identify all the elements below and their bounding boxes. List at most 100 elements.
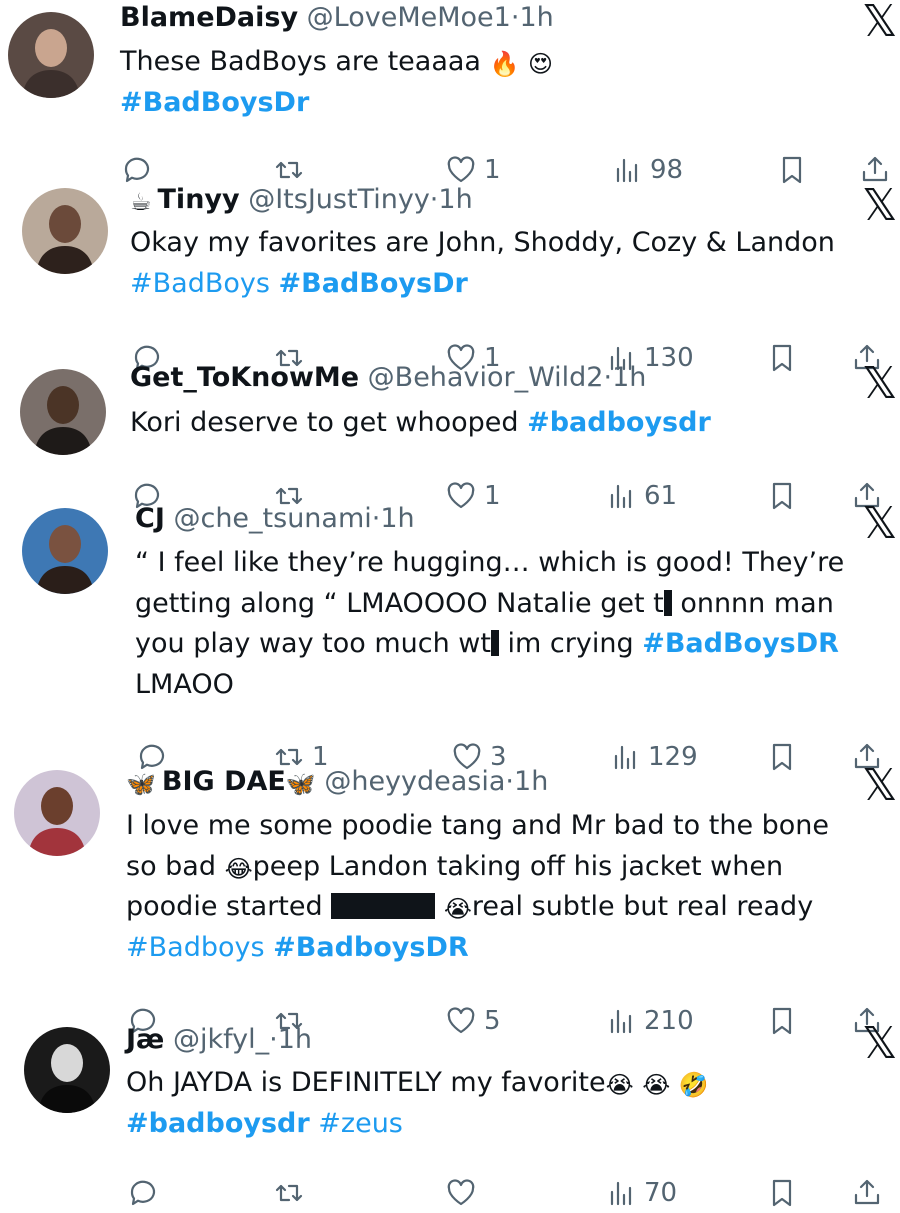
share-button[interactable] <box>850 1173 884 1213</box>
text-span: peep Landon taking off his jacket when <box>252 850 784 882</box>
text-span <box>519 46 528 77</box>
views-button[interactable]: 70 <box>604 1173 677 1213</box>
text-span: “ I feel like they’re hugging… which is … <box>135 547 845 578</box>
user-handle[interactable]: @jkfyl_ <box>173 1024 269 1055</box>
timestamp[interactable]: 1h <box>612 362 646 393</box>
text-span <box>435 891 444 922</box>
display-name[interactable]: Get_ToKnowMe <box>130 362 359 393</box>
avatar[interactable] <box>20 369 106 455</box>
hashtag-link[interactable]: #BadBoysDr <box>279 268 468 299</box>
views-icon <box>616 158 638 183</box>
tweet-text-line: #badboysdr #zeus <box>126 1104 709 1145</box>
hashtag-link[interactable]: #badboysdr <box>527 407 711 438</box>
views-button[interactable]: 61 <box>604 476 677 516</box>
tweet-header: CJ @che_tsunami·1h <box>135 503 415 535</box>
like-button[interactable]: 5 <box>444 1001 501 1041</box>
x-logo-icon[interactable]: 𝕏 <box>862 502 897 546</box>
bookmark-icon <box>772 743 792 771</box>
reply-button[interactable] <box>126 1173 166 1213</box>
display-name[interactable]: CJ <box>135 503 165 534</box>
user-handle[interactable]: @heyydeasia <box>324 766 505 797</box>
redaction-bar <box>490 630 499 656</box>
timestamp[interactable]: 1h <box>514 766 548 797</box>
tweet-header: 🦋 BIG DAE🦋 @heyydeasia·1h <box>126 766 548 798</box>
timestamp[interactable]: 1h <box>519 2 553 33</box>
text-span: onnnn man <box>671 587 834 619</box>
views-count: 98 <box>650 155 684 185</box>
x-logo-icon[interactable]: 𝕏 <box>862 184 897 228</box>
display-name[interactable]: BIG DAE <box>162 766 286 797</box>
text-span: Oh JAYDA is DEFINITELY my favorite <box>126 1067 606 1098</box>
x-logo-icon[interactable]: 𝕏 <box>862 362 897 406</box>
bookmark-icon <box>772 1007 792 1035</box>
user-handle[interactable]: @che_tsunami <box>173 503 371 534</box>
retweet-icon <box>275 1184 303 1202</box>
views-button[interactable]: 98 <box>610 150 683 190</box>
text-span: LMAOO <box>135 668 234 700</box>
tweet-text-line: Oh JAYDA is DEFINITELY my favorite😭 😭 🤣 <box>126 1063 709 1104</box>
like-button[interactable] <box>444 1173 484 1213</box>
redaction-bar <box>663 589 672 616</box>
text-span: real subtle but real ready <box>471 891 814 922</box>
display-name[interactable]: Jæ <box>126 1024 164 1055</box>
name-emoji: 🦋 <box>285 770 316 798</box>
text-span: im crying <box>498 628 643 659</box>
x-logo-icon[interactable]: 𝕏 <box>862 764 897 808</box>
hashtag-link[interactable]: #badboysdr <box>126 1108 310 1139</box>
tweet-text-line: #BadBoysDr <box>120 83 553 124</box>
views-button[interactable]: 129 <box>608 737 698 777</box>
text-span <box>670 1067 679 1098</box>
emoji: 🔥 <box>489 50 520 78</box>
hashtag-link[interactable]: #BadBoysDr <box>120 87 309 118</box>
share-icon <box>854 1179 880 1205</box>
like-count: 1 <box>484 155 501 185</box>
avatar[interactable] <box>14 770 100 856</box>
avatar[interactable] <box>8 12 94 98</box>
bookmark-button[interactable] <box>765 1173 799 1213</box>
separator-dot: · <box>505 766 515 797</box>
timestamp[interactable]: 1h <box>438 184 472 215</box>
bookmark-button[interactable] <box>765 338 799 378</box>
bookmark-icon <box>772 1179 792 1207</box>
display-name[interactable]: BlameDaisy <box>120 2 298 33</box>
x-logo-icon[interactable]: 𝕏 <box>862 1022 897 1066</box>
tweet-text-line: #Badboys #BadboysDR <box>126 928 829 969</box>
hashtag-link[interactable]: #BadboysDR <box>273 932 469 963</box>
name-emoji: 🦋 <box>126 770 156 798</box>
user-handle[interactable]: @ItsJustTinyy <box>248 184 430 215</box>
hashtag-link[interactable]: #zeus <box>318 1108 403 1139</box>
display-name[interactable]: Tinyy <box>158 184 240 215</box>
separator-dot: · <box>603 362 613 393</box>
tweet-actions: 70 <box>0 1173 900 1213</box>
views-icon <box>614 745 636 770</box>
reply-icon <box>130 1180 156 1206</box>
hashtag-link[interactable]: #BadBoys <box>130 268 270 299</box>
like-icon <box>447 1179 475 1206</box>
emoji: 😭 <box>642 1071 671 1099</box>
timestamp[interactable]: 1h <box>278 1024 312 1055</box>
tweet-text-line: #BadBoys #BadBoysDr <box>130 264 835 305</box>
retweet-button[interactable] <box>272 1173 312 1213</box>
bookmark-button[interactable] <box>765 476 799 516</box>
hashtag-link[interactable]: #BadBoysDR <box>642 628 839 659</box>
views-count: 61 <box>644 481 678 511</box>
user-handle[interactable]: @Behavior_Wild2 <box>368 362 604 393</box>
views-count: 130 <box>644 343 694 373</box>
like-icon <box>447 482 475 509</box>
views-button[interactable]: 210 <box>604 1001 694 1041</box>
text-span: I love me some poodie tang and Mr bad to… <box>126 810 830 841</box>
tweet-text: “ I feel like they’re hugging… which is … <box>135 543 844 705</box>
bookmark-button[interactable] <box>765 737 799 777</box>
avatar[interactable] <box>22 188 108 274</box>
user-handle[interactable]: @LoveMeMoe1 <box>307 2 511 33</box>
like-button[interactable]: 1 <box>444 476 501 516</box>
x-logo-icon[interactable]: 𝕏 <box>862 0 897 44</box>
bookmark-button[interactable] <box>765 1001 799 1041</box>
avatar[interactable] <box>22 508 108 594</box>
avatar[interactable] <box>24 1027 110 1113</box>
tweet-text: Kori deserve to get whooped #badboysdr <box>130 403 711 444</box>
text-span <box>265 932 274 963</box>
bookmark-button[interactable] <box>775 150 809 190</box>
hashtag-link[interactable]: #Badboys <box>126 932 265 963</box>
timestamp[interactable]: 1h <box>380 503 414 534</box>
